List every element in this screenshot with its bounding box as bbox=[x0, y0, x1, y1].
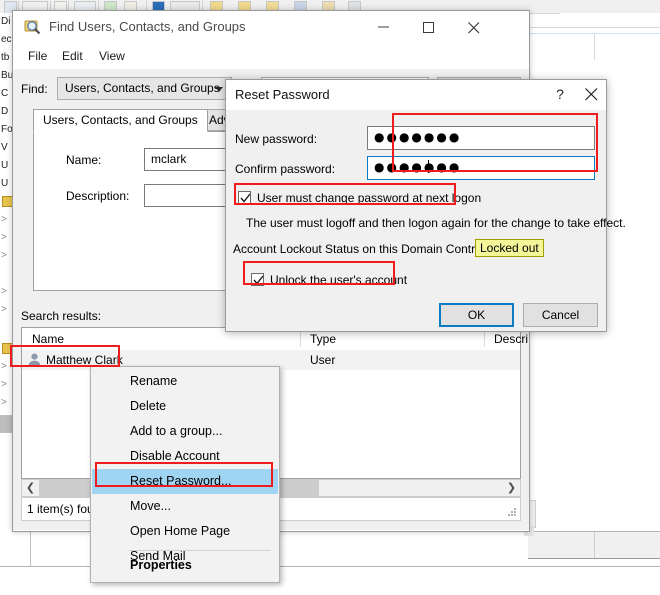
menu-separator bbox=[129, 550, 271, 551]
must-change-password-label[interactable]: User must change password at next logon bbox=[257, 191, 481, 205]
maximize-icon bbox=[423, 22, 434, 33]
description-label: Description: bbox=[66, 189, 130, 203]
lockout-status-label: Account Lockout Status on this Domain Co… bbox=[233, 242, 502, 256]
menu-item-move[interactable]: Move... bbox=[92, 494, 278, 519]
minimize-button[interactable] bbox=[362, 11, 407, 41]
reset-password-title: Reset Password bbox=[235, 87, 330, 102]
user-icon bbox=[27, 352, 42, 367]
unlock-account-label[interactable]: Unlock the user's account bbox=[270, 273, 407, 287]
menu-item-properties[interactable]: Properties bbox=[92, 553, 278, 578]
menu-file[interactable]: File bbox=[21, 47, 54, 65]
reset-password-dialog: Reset Password ? New password: ●●●●●●● C… bbox=[225, 79, 626, 332]
name-input-value: mclark bbox=[151, 152, 187, 166]
menu-edit[interactable]: Edit bbox=[55, 47, 90, 65]
column-header-type[interactable]: Type bbox=[310, 332, 336, 346]
cancel-button[interactable]: Cancel bbox=[523, 303, 598, 327]
find-type-combo[interactable]: Users, Contacts, and Groups bbox=[57, 77, 232, 100]
menu-item-reset-password[interactable]: Reset Password... bbox=[92, 469, 278, 494]
divider bbox=[530, 27, 660, 28]
unlock-account-checkbox[interactable] bbox=[251, 273, 264, 286]
menu-item-add-to-a-group[interactable]: Add to a group... bbox=[92, 419, 278, 444]
divider bbox=[594, 532, 595, 558]
reset-password-titlebar[interactable]: Reset Password ? bbox=[226, 80, 606, 110]
maximize-button[interactable] bbox=[407, 11, 452, 41]
divider bbox=[594, 34, 595, 60]
name-label: Name: bbox=[66, 153, 102, 167]
close-icon bbox=[468, 22, 480, 34]
find-window-titlebar[interactable]: Find Users, Contacts, and Groups bbox=[13, 11, 529, 43]
find-window-menubar[interactable]: File Edit View bbox=[13, 43, 529, 70]
search-results-label: Search results: bbox=[21, 309, 102, 323]
find-label: Find: bbox=[21, 82, 48, 96]
menu-item-disable-account[interactable]: Disable Account bbox=[92, 444, 278, 469]
find-type-value: Users, Contacts, and Groups bbox=[65, 81, 220, 95]
find-window-title: Find Users, Contacts, and Groups bbox=[49, 19, 246, 34]
close-button[interactable] bbox=[452, 11, 497, 41]
menu-item-delete[interactable]: Delete bbox=[92, 394, 278, 419]
checkmark-icon bbox=[253, 275, 264, 285]
text-caret bbox=[428, 160, 429, 173]
logoff-hint-text: The user must logoff and then logon agai… bbox=[246, 216, 626, 230]
divider bbox=[530, 33, 660, 34]
checkmark-icon bbox=[240, 193, 251, 203]
ok-button[interactable]: OK bbox=[439, 303, 514, 327]
scroll-left-icon[interactable]: ❮ bbox=[22, 480, 39, 496]
confirm-password-value: ●●●●●●● bbox=[374, 160, 462, 174]
close-button[interactable] bbox=[578, 80, 606, 108]
must-change-password-checkbox[interactable] bbox=[238, 191, 251, 204]
column-header-name[interactable]: Name bbox=[32, 332, 64, 346]
column-header-description[interactable]: Descri bbox=[494, 332, 528, 346]
minimize-icon bbox=[378, 26, 389, 28]
confirm-password-label: Confirm password: bbox=[235, 162, 336, 176]
new-password-value: ●●●●●●● bbox=[374, 130, 462, 144]
confirm-password-field[interactable]: ●●●●●●● bbox=[367, 156, 595, 180]
chevron-down-icon bbox=[215, 87, 223, 92]
reset-password-body: New password: ●●●●●●● Confirm password: … bbox=[226, 110, 626, 331]
help-button[interactable]: ? bbox=[546, 80, 574, 108]
new-password-label: New password: bbox=[235, 132, 318, 146]
new-password-field[interactable]: ●●●●●●● bbox=[367, 126, 595, 150]
menu-view[interactable]: View bbox=[92, 47, 132, 65]
divider bbox=[528, 558, 660, 559]
close-icon bbox=[585, 88, 598, 101]
context-menu[interactable]: Rename Delete Add to a group... Disable … bbox=[90, 366, 280, 583]
resize-grip-icon[interactable] bbox=[505, 506, 517, 518]
menu-item-open-home-page[interactable]: Open Home Page bbox=[92, 519, 278, 544]
scroll-right-icon[interactable]: ❯ bbox=[503, 480, 520, 496]
find-magnifier-icon bbox=[24, 18, 42, 36]
lockout-status-badge: Locked out bbox=[475, 239, 544, 257]
tab-users-contacts-groups[interactable]: Users, Contacts, and Groups bbox=[33, 109, 208, 132]
cell-name: Matthew Clark bbox=[46, 353, 123, 367]
menu-item-rename[interactable]: Rename bbox=[92, 369, 278, 394]
cell-type: User bbox=[310, 353, 336, 367]
